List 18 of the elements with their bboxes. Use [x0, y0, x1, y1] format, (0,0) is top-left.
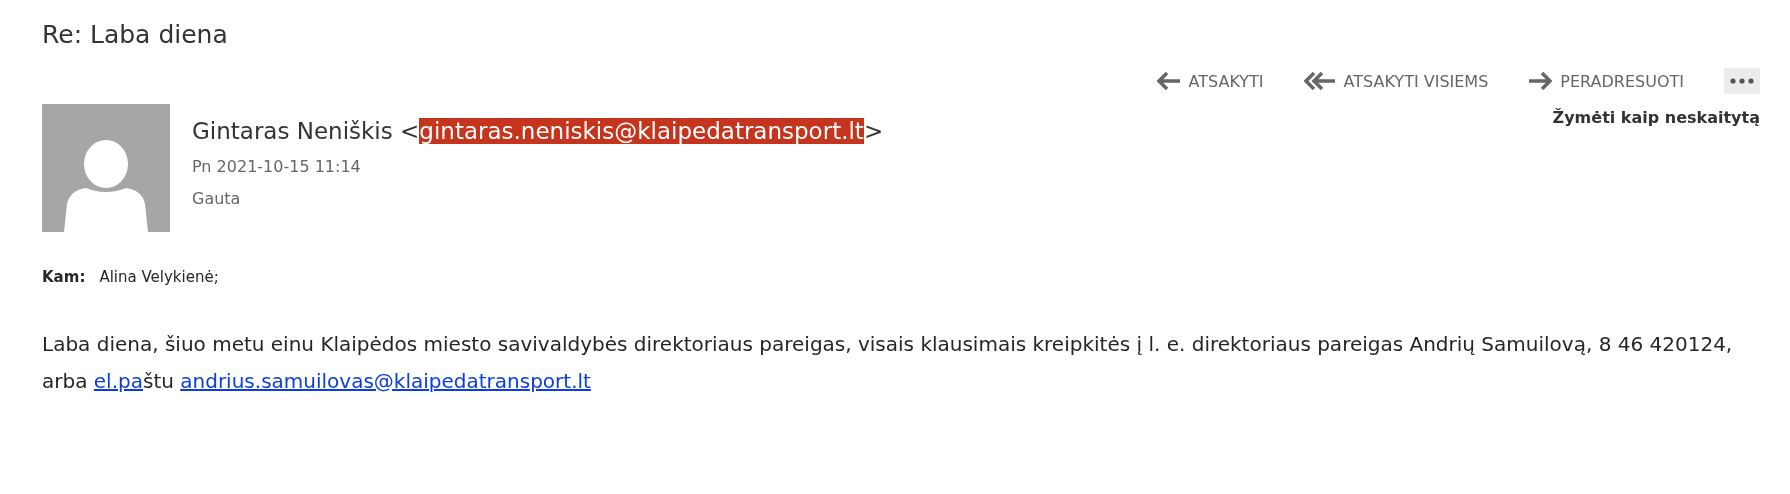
email-folder: Gauta [192, 188, 242, 210]
reply-button[interactable]: ATSAKYTI [1156, 71, 1264, 91]
mark-unread-button[interactable]: Žymėti kaip neskaitytą [1552, 108, 1760, 127]
to-label: Kam: [42, 268, 86, 286]
email-link[interactable]: andrius.samuilovas@klaipedatransport.lt [180, 369, 591, 393]
email-body: Laba diena, šiuo metu einu Klaipėdos miesto savivaldybės direktoriaus pareigas, visais klausimais kreipkitės į l. e. direktoriaus pareigas Andrių Samuilovą, 8 46 420124, arba el.paštu andrius.samuilovas@klaipedatransport.lt [42, 331, 1734, 395]
email-subject: Re: Laba diena [42, 19, 229, 51]
recipient: Alina Velykienė; [99, 268, 219, 286]
right-arrow-icon [1528, 72, 1553, 90]
left-arrow-icon [1156, 72, 1181, 90]
email-date: Pn 2021-10-15 11:14 [192, 156, 362, 178]
email-link[interactable]: el.pa [93, 369, 143, 393]
double-left-arrow-icon [1303, 72, 1336, 90]
forward-button[interactable]: PERADRESUOTI [1528, 71, 1684, 91]
reply-all-button[interactable]: ATSAKYTI VISIEMS [1303, 71, 1489, 91]
avatar-icon [42, 104, 170, 232]
more-icon [1730, 78, 1754, 84]
more-button[interactable] [1724, 68, 1760, 94]
